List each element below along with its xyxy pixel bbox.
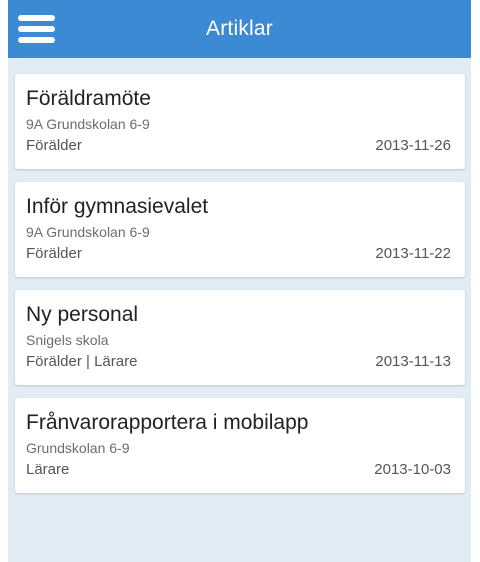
article-audience: Förälder [26,137,82,154]
article-card-ny-personal[interactable]: Ny personal Snigels skola Förälder | Lär… [15,290,465,385]
article-title: Inför gymnasievalet [26,195,209,218]
article-audience: Lärare [26,461,70,478]
article-card-infor-gymnasievalet[interactable]: Inför gymnasievalet 9A Grundskolan 6-9 F… [15,182,465,277]
article-meta: Förälder 2013-11-26 [26,134,454,158]
article-school: 9A Grundskolan 6-9 [26,116,150,132]
article-audience: Förälder | Lärare [26,353,138,370]
article-audience: Förälder [26,245,82,262]
article-meta: Förälder 2013-11-22 [26,242,454,266]
article-date: 2013-11-22 [375,245,451,262]
hamburger-menu-icon [18,15,55,43]
article-date: 2013-11-26 [375,137,451,154]
article-school: 9A Grundskolan 6-9 [26,224,150,240]
article-card-foraldramote[interactable]: Föräldramöte 9A Grundskolan 6-9 Förälder… [15,74,465,169]
article-school: Grundskolan 6-9 [26,440,130,456]
top-app-bar: Artiklar [8,0,471,58]
article-title: Ny personal [26,303,139,326]
article-title: Frånvarorapportera i mobilapp [26,411,309,434]
article-meta: Lärare 2013-10-03 [26,458,454,482]
article-list: Föräldramöte 9A Grundskolan 6-9 Förälder… [8,58,471,493]
hamburger-menu-button[interactable] [8,0,66,58]
article-school: Snigels skola [26,332,109,348]
app-screen: Artiklar Föräldramöte 9A Grundskolan 6-9… [0,0,480,562]
page-title: Artiklar [206,17,273,40]
article-card-franvarorapportera[interactable]: Frånvarorapportera i mobilapp Grundskola… [15,398,465,493]
article-date: 2013-11-13 [375,353,451,370]
article-date: 2013-10-03 [374,461,451,478]
article-title: Föräldramöte [26,87,151,110]
article-meta: Förälder | Lärare 2013-11-13 [26,350,454,374]
